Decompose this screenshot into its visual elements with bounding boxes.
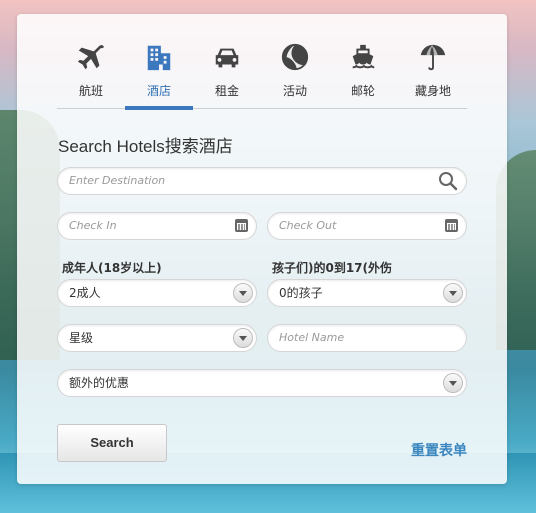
extras-value: 额外的优惠	[69, 376, 130, 390]
tab-flights[interactable]: 航班	[57, 40, 125, 108]
star-rating-select[interactable]: 星级	[57, 324, 257, 352]
cruise-ship-icon	[329, 42, 397, 76]
hotel-name-input[interactable]: Hotel Name	[267, 324, 467, 352]
tab-hotels-label: 酒店	[146, 84, 171, 98]
search-panel: 航班 酒店 租金 活动 邮轮 藏身地 Search Hotels搜索酒店 Ent…	[17, 14, 507, 484]
destination-placeholder: Enter Destination	[69, 174, 166, 187]
car-icon	[193, 42, 261, 76]
tab-getaways-label: 藏身地	[414, 84, 451, 98]
chevron-down-icon[interactable]	[443, 373, 463, 393]
beach-umbrella-icon	[399, 42, 467, 76]
children-select[interactable]: 0的孩子	[267, 279, 467, 307]
search-button[interactable]: Search	[57, 424, 167, 462]
adults-select[interactable]: 2成人	[57, 279, 257, 307]
hotel-building-icon	[125, 42, 193, 76]
destination-input[interactable]: Enter Destination	[57, 167, 467, 195]
tab-car-rentals-label: 租金	[214, 84, 239, 98]
extras-select[interactable]: 额外的优惠	[57, 369, 467, 397]
star-rating-value: 星级	[69, 331, 94, 345]
tab-car-rentals[interactable]: 租金	[193, 40, 261, 108]
category-tabs: 航班 酒店 租金 活动 邮轮 藏身地	[57, 40, 467, 110]
adults-label: 成年人(18岁以上)	[62, 261, 162, 275]
chevron-down-icon[interactable]	[233, 283, 253, 303]
adults-value: 2成人	[69, 286, 101, 300]
tab-flights-label: 航班	[78, 84, 103, 98]
tab-hotels[interactable]: 酒店	[125, 40, 193, 110]
checkin-input[interactable]: Check In	[57, 212, 257, 240]
checkin-placeholder: Check In	[69, 219, 117, 232]
children-value: 0的孩子	[279, 286, 323, 300]
tab-activities-label: 活动	[282, 84, 307, 98]
checkout-input[interactable]: Check Out	[267, 212, 467, 240]
tab-cruises[interactable]: 邮轮	[329, 40, 397, 108]
chevron-down-icon[interactable]	[233, 328, 253, 348]
calendar-icon[interactable]	[235, 219, 248, 232]
tab-cruises-label: 邮轮	[350, 84, 375, 98]
page-title: Search Hotels搜索酒店	[58, 137, 233, 156]
tab-activities[interactable]: 活动	[261, 40, 329, 108]
beach-ball-icon	[261, 42, 329, 76]
chevron-down-icon[interactable]	[443, 283, 463, 303]
airplane-icon	[57, 42, 125, 76]
reset-form-link[interactable]: 重置表单	[411, 440, 467, 460]
children-label: 孩子们)的0到17(外伤	[272, 261, 393, 275]
calendar-icon[interactable]	[445, 219, 458, 232]
tab-getaways[interactable]: 藏身地	[399, 40, 467, 108]
hotel-name-placeholder: Hotel Name	[279, 331, 345, 344]
search-icon[interactable]	[438, 171, 458, 191]
checkout-placeholder: Check Out	[279, 219, 337, 232]
